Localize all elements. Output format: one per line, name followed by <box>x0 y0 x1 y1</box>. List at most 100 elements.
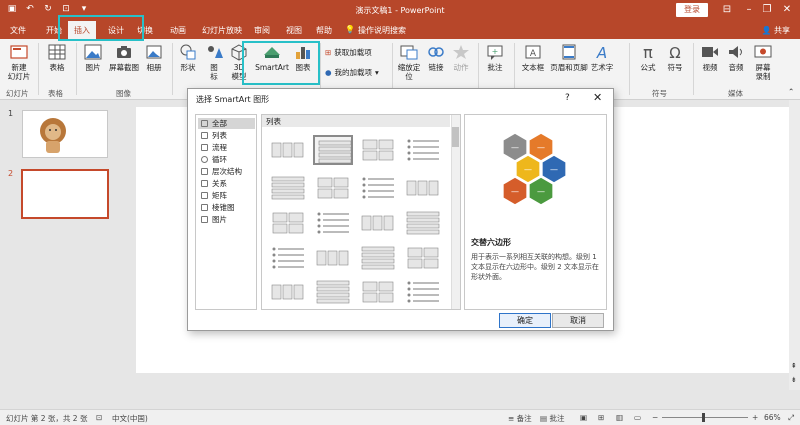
fit-to-window-icon[interactable]: ⤢ <box>788 413 794 423</box>
zoom-slider-thumb[interactable] <box>702 413 705 422</box>
screenshot-button[interactable]: 屏幕截图 <box>107 43 141 72</box>
category-all[interactable]: 全部 <box>198 118 255 129</box>
layout-thumbnail[interactable] <box>313 208 353 238</box>
category-hierarchy[interactable]: 层次结构 <box>198 166 255 177</box>
my-addins-button[interactable]: ● 我的加载项 ▾ <box>325 67 379 78</box>
link-button[interactable]: 链接 <box>425 43 447 72</box>
layout-thumbnail[interactable] <box>268 173 308 203</box>
tab-view[interactable]: 视图 <box>286 25 302 36</box>
layout-thumbnail[interactable] <box>358 277 398 307</box>
slide-thumbnail-pane: 1 2 <box>0 100 128 409</box>
category-matrix[interactable]: 矩阵 <box>198 190 255 201</box>
tab-transitions[interactable]: 切换 <box>137 25 153 36</box>
layout-thumbnail[interactable] <box>358 208 398 238</box>
close-icon[interactable]: ✕ <box>593 91 602 104</box>
login-button[interactable]: 登录 <box>676 3 708 17</box>
help-icon[interactable]: ? <box>565 93 570 103</box>
photo-album-button[interactable]: 相册 <box>142 43 166 72</box>
layout-thumbnail[interactable] <box>403 208 443 238</box>
layout-thumbnail[interactable] <box>268 277 308 307</box>
zoom-button[interactable]: 缩放定 位 <box>396 43 422 81</box>
layout-thumbnail[interactable] <box>268 135 308 165</box>
category-picture[interactable]: 图片 <box>198 214 255 225</box>
tab-slideshow[interactable]: 幻灯片放映 <box>202 25 242 36</box>
tab-design[interactable]: 设计 <box>108 25 124 36</box>
layout-thumbnail[interactable] <box>403 243 443 273</box>
3d-models-button[interactable]: 3D 模型 <box>228 43 250 81</box>
grid-scroll-thumb[interactable] <box>452 127 459 147</box>
audio-button[interactable]: 音频 <box>724 43 748 72</box>
layout-thumbnail[interactable] <box>358 135 398 165</box>
zoom-level[interactable]: 66% <box>764 413 781 422</box>
tab-help[interactable]: 帮助 <box>316 25 332 36</box>
tab-file[interactable]: 文件 <box>10 25 26 36</box>
slideshow-view-icon[interactable]: ▭ <box>634 413 641 422</box>
category-cycle[interactable]: 循环 <box>198 154 255 165</box>
layout-thumbnail[interactable] <box>403 277 443 307</box>
layout-thumbnail[interactable] <box>268 208 308 238</box>
tab-insert[interactable]: 插入 <box>68 21 96 39</box>
new-slide-button[interactable]: 新建 幻灯片 <box>4 43 34 81</box>
zoom-out-icon[interactable]: − <box>652 413 658 422</box>
next-slide-icon[interactable]: ⇟ <box>791 376 798 386</box>
category-process[interactable]: 流程 <box>198 142 255 153</box>
tab-home[interactable]: 开始 <box>46 25 62 36</box>
slide-thumbnail-1[interactable] <box>22 110 108 158</box>
tab-review[interactable]: 审阅 <box>254 25 270 36</box>
table-button[interactable]: 表格 <box>42 43 72 72</box>
pictures-button[interactable]: 图片 <box>80 43 106 72</box>
vertical-scrollbar[interactable]: ⇞ ⇟ <box>789 100 800 390</box>
cancel-button[interactable]: 取消 <box>552 313 604 328</box>
language-indicator[interactable]: 中文(中国) <box>112 413 148 424</box>
tab-animations[interactable]: 动画 <box>170 25 186 36</box>
smartart-button[interactable]: SmartArt <box>254 43 290 72</box>
textbox-button[interactable]: A 文本框 <box>519 43 547 72</box>
get-addins-button[interactable]: ⊞ 获取加载项 <box>325 47 372 58</box>
layout-thumbnail[interactable] <box>403 173 443 203</box>
equation-button[interactable]: π 公式 <box>636 43 660 72</box>
category-list-item[interactable]: 列表 <box>198 130 255 141</box>
icons-button[interactable]: 图 标 <box>203 43 225 81</box>
layout-thumbnail[interactable] <box>403 135 443 165</box>
category-pyramid[interactable]: 棱锥图 <box>198 202 255 213</box>
layout-thumbnail[interactable] <box>313 243 353 273</box>
reading-view-icon[interactable]: ▥ <box>616 413 623 422</box>
spellcheck-icon[interactable]: ⊡ <box>96 413 102 422</box>
ribbon-display-options-icon[interactable]: ⊟ <box>718 2 736 18</box>
close-icon[interactable]: ✕ <box>778 2 796 18</box>
notes-button[interactable]: ≡ 备注 <box>508 413 532 424</box>
category-relationship[interactable]: 关系 <box>198 178 255 189</box>
picture-icon <box>201 216 208 223</box>
slide-thumbnail-2[interactable] <box>21 169 109 219</box>
layout-thumbnail[interactable] <box>268 243 308 273</box>
layout-thumbnail[interactable] <box>358 173 398 203</box>
slide-sorter-icon[interactable]: ⊞ <box>598 413 604 422</box>
svg-text:A: A <box>596 44 607 61</box>
normal-view-icon[interactable]: ▣ <box>580 413 587 422</box>
share-button[interactable]: 👤 共享 <box>761 25 790 36</box>
symbol-button[interactable]: Ω 符号 <box>663 43 687 72</box>
restore-icon[interactable]: ❐ <box>758 2 776 18</box>
minimize-icon[interactable]: – <box>740 2 758 18</box>
tell-me-search[interactable]: 操作说明搜索 <box>358 25 406 36</box>
zoom-slider[interactable] <box>662 417 748 418</box>
collapse-ribbon-icon[interactable]: ⌃ <box>788 87 794 96</box>
layout-thumbnail[interactable] <box>313 135 353 165</box>
screen-recording-button[interactable]: 屏幕 录制 <box>750 43 776 81</box>
comments-button[interactable]: ▤ 批注 <box>540 413 564 424</box>
video-button[interactable]: 视频 <box>698 43 722 72</box>
layout-thumbnail[interactable] <box>358 243 398 273</box>
chart-button[interactable]: 图表 <box>292 43 314 72</box>
header-footer-button[interactable]: 页眉和页脚 <box>549 43 589 72</box>
layout-preview-icon <box>317 212 349 234</box>
layout-thumbnail[interactable] <box>313 173 353 203</box>
comment-button[interactable]: + 批注 <box>484 43 506 72</box>
prev-slide-icon[interactable]: ⇞ <box>791 362 798 372</box>
layout-thumbnail[interactable] <box>313 277 353 307</box>
wordart-button[interactable]: A 艺术字 <box>589 43 615 72</box>
zoom-in-icon[interactable]: + <box>752 413 758 422</box>
shapes-button[interactable]: 形状 <box>176 43 200 72</box>
grid-scrollbar[interactable] <box>451 115 460 309</box>
ok-button[interactable]: 确定 <box>499 313 551 328</box>
action-button[interactable]: 动作 <box>450 43 472 72</box>
